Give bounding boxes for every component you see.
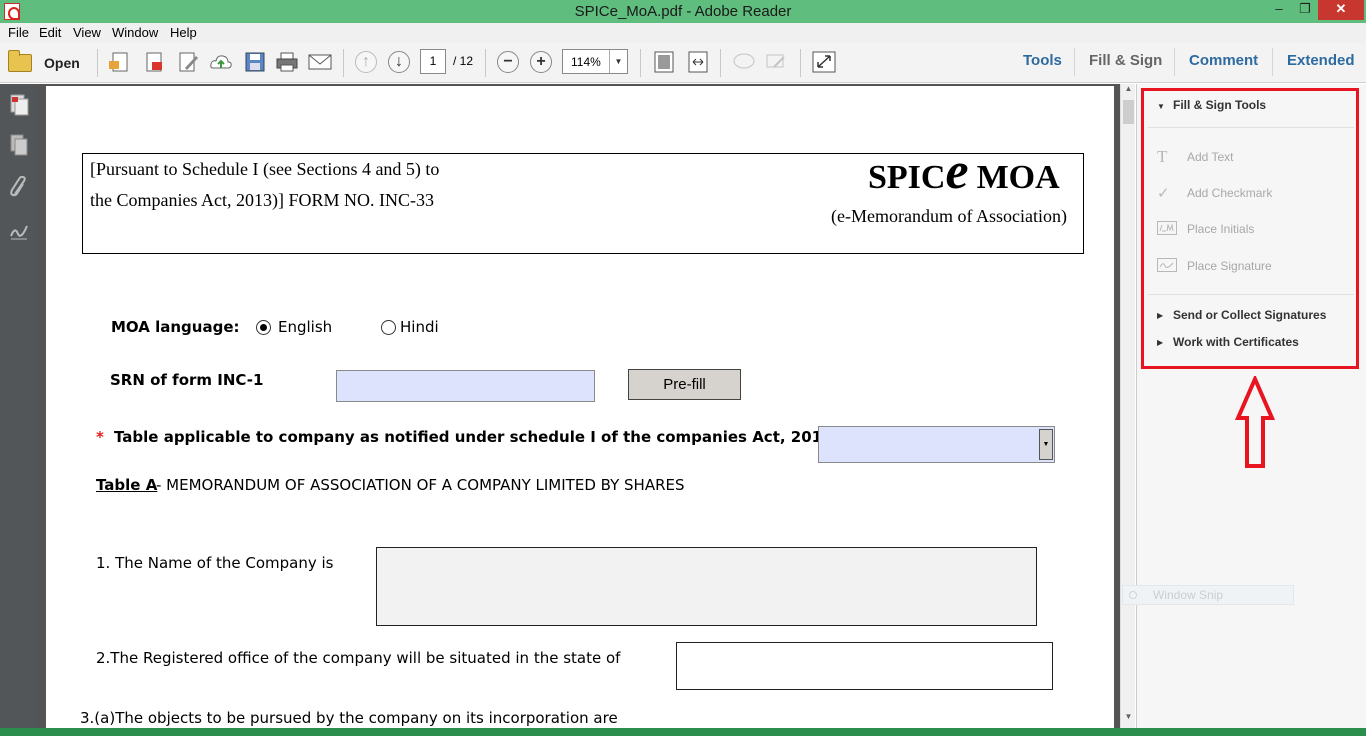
navigation-pane [0,84,36,728]
tools-button[interactable]: Tools [1023,52,1062,69]
zoom-in-icon[interactable]: + [530,51,552,73]
export-pdf-icon[interactable] [142,51,166,73]
toolbar-divider [1272,48,1273,76]
snip-icon [1129,591,1137,599]
zoom-select[interactable]: 114% ▼ [562,49,628,74]
srn-input[interactable] [336,370,595,402]
maximize-button[interactable]: ❐ [1292,0,1318,20]
window-snip-overlay: Window Snip [1122,585,1294,605]
english-label: English [278,318,333,336]
header-line-2: the Companies Act, 2013)] FORM NO. INC-3… [90,190,434,210]
next-page-icon[interactable]: ↓ [388,51,410,73]
save-icon[interactable] [243,51,267,73]
toolbar-divider [640,49,641,77]
chevron-down-icon: ▼ [1039,429,1053,460]
logo-spic: SPIC [868,159,946,196]
english-radio[interactable] [256,320,271,335]
signatures-icon[interactable] [9,220,29,242]
table-a-description: - MEMORANDUM OF ASSOCIATION OF A COMPANY… [156,476,685,494]
highlight-icon[interactable] [764,51,788,73]
toolbar-divider [97,49,98,77]
page-total: / 12 [453,54,474,68]
page-thumbnails-icon[interactable] [9,94,29,116]
fill-sign-button[interactable]: Fill & Sign [1089,52,1162,69]
page-number-input[interactable]: 1 [420,49,446,74]
table-a-label: Table A [96,476,158,494]
folder-icon [8,50,32,72]
comment-bubble-icon[interactable] [732,51,756,73]
logo-e: e [945,143,969,200]
company-name-label: 1. The Name of the Company is [96,554,334,572]
chevron-down-icon: ▼ [609,50,627,73]
table-applicable-label: Table applicable to company as notified … [114,428,833,446]
attachments-icon[interactable] [9,176,29,198]
header-subtitle: (e-Memorandum of Association) [831,206,1067,226]
extended-button[interactable]: Extended [1287,52,1355,69]
pages-icon[interactable] [9,134,29,156]
hindi-label: Hindi [400,318,439,336]
zoom-value: 114% [571,55,601,69]
scroll-up-icon[interactable]: ▲ [1121,84,1136,98]
open-button[interactable]: Open [8,50,80,75]
toolbar-divider [1074,48,1075,76]
toolbar-divider [720,49,721,77]
window-title: SPICe_MoA.pdf - Adobe Reader [574,3,792,20]
arrow-up-annotation [1235,376,1275,468]
header-line-1: [Pursuant to Schedule I (see Sections 4 … [90,159,440,179]
title-bar: SPICe_MoA.pdf - Adobe Reader – ❐ ✕ [0,0,1366,23]
menu-edit[interactable]: Edit [39,25,61,40]
registered-office-label: 2.The Registered office of the company w… [96,649,621,667]
fit-page-icon[interactable] [652,51,676,73]
previous-page-icon[interactable]: ↑ [355,51,377,73]
window-snip-label: Window Snip [1153,588,1224,602]
table-select[interactable]: ▼ [818,426,1055,463]
state-field[interactable] [676,642,1053,690]
fit-width-icon[interactable] [686,51,710,73]
menu-help[interactable]: Help [170,25,197,40]
menu-bar: File Edit View Window Help [0,23,1366,43]
vertical-scrollbar[interactable]: ▲ ▼ [1120,84,1135,728]
toolbar-divider [800,49,801,77]
edit-pdf-icon[interactable] [176,51,200,73]
comment-button[interactable]: Comment [1189,52,1258,69]
close-button[interactable]: ✕ [1318,0,1364,20]
required-star: * [96,428,104,446]
srn-label: SRN of form INC-1 [110,371,264,389]
scrollbar-thumb[interactable] [1123,100,1134,124]
print-icon[interactable] [275,51,299,73]
create-pdf-icon[interactable] [108,51,132,73]
company-name-field[interactable] [376,547,1037,626]
email-icon[interactable] [308,51,332,73]
hindi-radio[interactable] [381,320,396,335]
objects-label: 3.(a)The objects to be pursued by the co… [80,709,618,727]
menu-view[interactable]: View [73,25,101,40]
zoom-out-icon[interactable]: − [497,51,519,73]
menu-file[interactable]: File [8,25,29,40]
highlight-box [1141,88,1359,369]
toolbar-divider [343,49,344,77]
minimize-button[interactable]: – [1266,0,1292,20]
scroll-down-icon[interactable]: ▼ [1121,712,1136,726]
open-label: Open [44,55,80,71]
menu-window[interactable]: Window [112,25,158,40]
cloud-upload-icon[interactable] [209,51,233,73]
logo-moa: MOA [976,159,1060,196]
prefill-button[interactable]: Pre-fill [628,369,741,400]
toolbar-divider [1174,48,1175,76]
moa-language-label: MOA language: [111,318,240,336]
fullscreen-icon[interactable] [812,51,836,73]
taskbar [0,728,1366,736]
toolbar-divider [485,49,486,77]
spice-moa-logo: SPICe MOA [868,142,1060,201]
